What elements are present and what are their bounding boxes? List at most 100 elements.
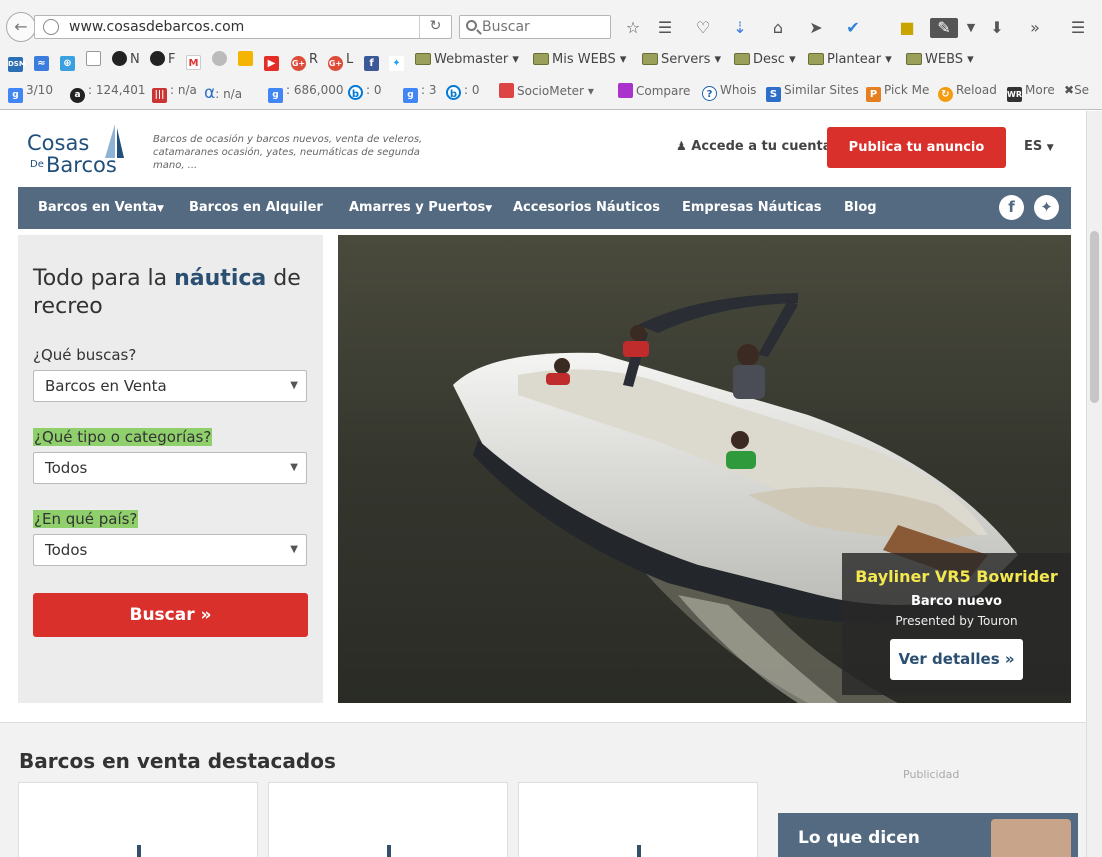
google-plus-icon: G+ xyxy=(328,56,343,71)
stat-3[interactable]: |||: n/a xyxy=(152,83,197,103)
pen-icon[interactable]: ✎ xyxy=(930,18,958,38)
sociometer-button[interactable]: SocioMeter ▾ xyxy=(499,83,594,98)
info-icon: ? xyxy=(702,86,717,101)
country-select[interactable]: Todos ▼ xyxy=(33,534,307,566)
folder-icon xyxy=(415,53,431,65)
google-icon: g xyxy=(8,88,23,103)
pagerank-stat[interactable]: g 3/10 xyxy=(8,83,53,103)
page-scrollbar[interactable] xyxy=(1086,111,1102,857)
alexa-stat[interactable]: a: 124,401 xyxy=(70,83,145,103)
bookmark-twitter[interactable]: ✦ xyxy=(389,51,407,71)
listing-card[interactable] xyxy=(518,782,758,857)
bing-stat-1[interactable]: b: 0 xyxy=(348,83,382,100)
stat-4[interactable]: α: n/a xyxy=(204,83,242,103)
folder-icon xyxy=(533,53,549,65)
search-icon xyxy=(466,20,477,31)
stat-7[interactable]: g: 3 xyxy=(403,83,437,103)
download-arrow-icon[interactable]: ⇣ xyxy=(730,18,750,38)
bookmark-youtube[interactable]: ▶ xyxy=(264,51,282,71)
menu-hamburger-icon[interactable]: ☰ xyxy=(1068,18,1088,38)
shield-check-icon[interactable]: ✔ xyxy=(843,18,863,38)
home-icon[interactable]: ⌂ xyxy=(768,18,788,38)
bookmark-gmail[interactable]: M xyxy=(186,51,204,70)
github-icon xyxy=(150,51,165,66)
bookmark-signal[interactable]: ⊕ xyxy=(60,51,78,71)
folder-webmaster[interactable]: Webmaster ▾ xyxy=(415,51,519,69)
bookmark-globe[interactable] xyxy=(212,51,230,69)
logo-word-de: De xyxy=(30,159,44,170)
account-link[interactable]: ♟ Accede a tu cuenta xyxy=(676,139,832,154)
url-bar[interactable]: www.cosasdebarcos.com ↻ xyxy=(34,15,452,39)
nav-blog[interactable]: Blog xyxy=(844,200,877,215)
bookmark-dsm[interactable]: DSM xyxy=(8,51,26,72)
bookmark-star-icon[interactable]: ☆ xyxy=(623,18,643,38)
nav-label: Barcos en Venta xyxy=(38,200,157,215)
bookmark-gplus-r[interactable]: G+ R xyxy=(291,51,318,71)
gmail-icon: M xyxy=(186,55,201,70)
download-icon[interactable]: ⬇ xyxy=(987,18,1007,38)
browser-search-input[interactable] xyxy=(482,18,602,36)
chevron-down-icon[interactable]: ▼ xyxy=(961,18,981,38)
url-text[interactable]: www.cosasdebarcos.com xyxy=(69,19,244,35)
whois-button[interactable]: ? Whois xyxy=(702,83,756,101)
stat-value: 0 xyxy=(471,83,480,97)
bookmark-rss[interactable]: ≈ xyxy=(34,51,52,71)
bookmark-facebook[interactable]: f xyxy=(364,51,382,71)
browser-search-box[interactable] xyxy=(459,15,611,39)
dsm-icon: DSM xyxy=(8,57,26,72)
pick-me-button[interactable]: P Pick Me xyxy=(866,83,929,102)
ruler-icon[interactable]: ■ xyxy=(897,18,917,38)
signal-icon: ⊕ xyxy=(60,56,75,71)
listing-card[interactable] xyxy=(18,782,258,857)
bookmark-page[interactable] xyxy=(86,51,104,69)
view-details-button[interactable]: Ver detalles » xyxy=(890,639,1023,680)
bookmark-gplus-l[interactable]: G+ L xyxy=(328,51,353,71)
facebook-icon[interactable]: f xyxy=(999,195,1024,220)
publish-ad-button[interactable]: Publica tu anuncio xyxy=(827,127,1006,168)
reload-button[interactable]: ↻ Reload xyxy=(938,83,997,102)
scrollbar-thumb[interactable] xyxy=(1090,231,1099,403)
hero-banner[interactable]: Bayliner VR5 Bowrider Barco nuevo Presen… xyxy=(338,235,1071,703)
reload-icon[interactable]: ↻ xyxy=(419,16,451,38)
back-button[interactable]: ← xyxy=(6,12,36,42)
folder-plantear[interactable]: Plantear ▾ xyxy=(808,51,892,69)
dropdown-arrow-icon: ▼ xyxy=(290,544,298,555)
folder-desc[interactable]: Desc ▾ xyxy=(734,51,796,69)
keep-icon xyxy=(238,51,253,66)
nav-barcos-venta[interactable]: Barcos en Venta▼ xyxy=(38,200,164,215)
listing-card[interactable] xyxy=(268,782,508,857)
settings-button[interactable]: ✖Se xyxy=(1064,83,1089,97)
testimonials-title: Lo que dicen xyxy=(798,828,920,848)
category-select[interactable]: Todos ▼ xyxy=(33,452,307,484)
pocket-icon[interactable]: ♡ xyxy=(693,18,713,38)
stat-value: 0 xyxy=(373,83,382,97)
search-submit-button[interactable]: Buscar » xyxy=(33,593,308,637)
bookmark-keep[interactable] xyxy=(238,51,256,69)
bookmark-github-f[interactable]: F xyxy=(150,51,175,69)
folder-mis-webs[interactable]: Mis WEBS ▾ xyxy=(533,51,626,69)
send-icon[interactable]: ➤ xyxy=(806,18,826,38)
nav-amarres-puertos[interactable]: Amarres y Puertos▼ xyxy=(349,200,492,215)
twitter-icon[interactable]: ✦ xyxy=(1034,195,1059,220)
bookmark-github-n[interactable]: N xyxy=(112,51,140,69)
nav-accesorios[interactable]: Accesorios Náuticos xyxy=(513,200,660,215)
folder-webs[interactable]: WEBS ▾ xyxy=(906,51,974,69)
featured-boat-name[interactable]: Bayliner VR5 Bowrider xyxy=(842,567,1071,586)
reload-icon: ↻ xyxy=(938,87,953,102)
indexed-stat[interactable]: g: 686,000 xyxy=(268,83,343,103)
similar-sites-button[interactable]: S Similar Sites xyxy=(766,83,859,102)
site-tagline: Barcos de ocasión y barcos nuevos, venta… xyxy=(153,134,423,171)
nav-empresas[interactable]: Empresas Náuticas xyxy=(682,200,822,215)
folder-servers[interactable]: Servers ▾ xyxy=(642,51,721,69)
what-label: ¿Qué buscas? xyxy=(33,346,137,364)
what-select[interactable]: Barcos en Venta ▼ xyxy=(33,370,307,402)
compare-button[interactable]: Compare xyxy=(618,83,690,98)
language-selector[interactable]: ES ▼ xyxy=(1024,139,1054,154)
ad-label: Publicidad xyxy=(903,768,960,781)
reading-list-icon[interactable]: ☰ xyxy=(655,18,675,38)
logo-word-2: Barcos xyxy=(46,153,117,177)
bing-stat-2[interactable]: b: 0 xyxy=(446,83,480,100)
nav-barcos-alquiler[interactable]: Barcos en Alquiler xyxy=(189,200,323,215)
overflow-chevron-icon[interactable]: » xyxy=(1025,18,1045,38)
more-button[interactable]: WR More xyxy=(1007,83,1055,102)
